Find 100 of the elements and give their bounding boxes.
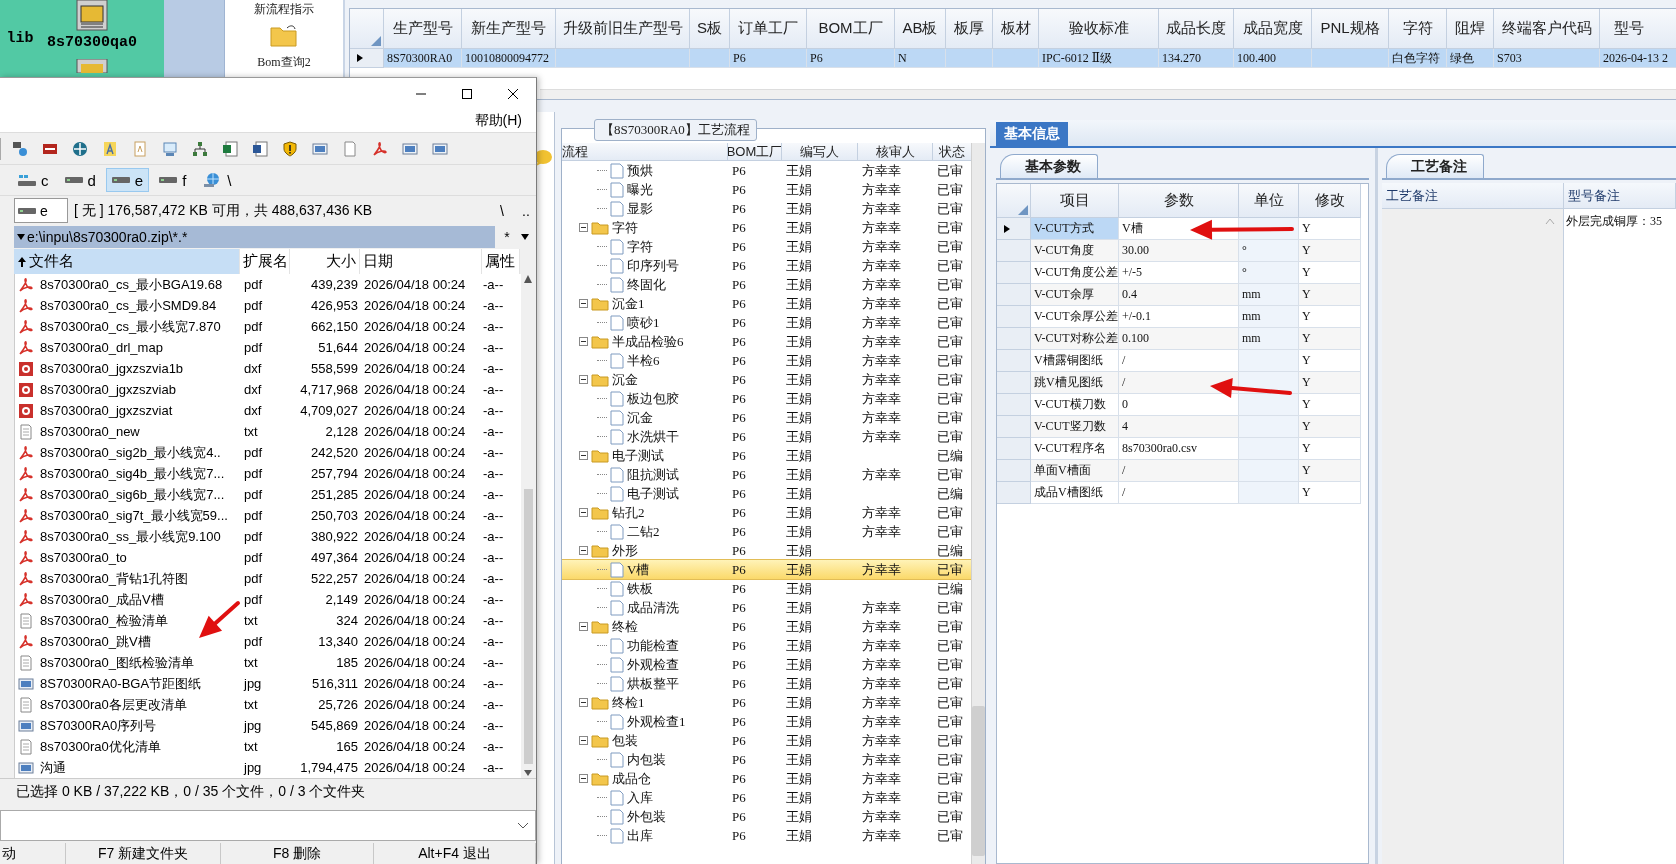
- column-header[interactable]: 验收标准: [1039, 9, 1159, 49]
- column-header[interactable]: 核审人: [858, 143, 933, 161]
- drive-button[interactable]: \: [196, 168, 238, 192]
- tree-row[interactable]: 出库 P6 王娟 方幸幸 已审: [562, 826, 971, 845]
- column-header[interactable]: 参数: [1119, 184, 1239, 218]
- collapse-icon[interactable]: [579, 622, 588, 631]
- tree-row[interactable]: 半检6 P6 王娟 方幸幸 已审: [562, 351, 971, 370]
- document-icon[interactable]: [132, 140, 148, 157]
- scroll-up-icon[interactable]: [1545, 217, 1555, 225]
- collapse-icon[interactable]: [579, 337, 588, 346]
- tree-row[interactable]: 成品清洗 P6 王娟 方幸幸 已审: [562, 598, 971, 617]
- nav-item-label[interactable]: Bom查询2: [257, 54, 311, 71]
- column-header[interactable]: 编写人: [782, 143, 858, 161]
- function-key-button[interactable]: 动: [0, 843, 66, 864]
- shield-icon[interactable]: [282, 140, 298, 157]
- column-header[interactable]: 文件名: [14, 249, 240, 274]
- tree-row[interactable]: 钻孔2 P6 王娟 方幸幸 已审: [562, 503, 971, 522]
- tree-row[interactable]: 入库 P6 王娟 方幸幸 已审: [562, 788, 971, 807]
- font-icon[interactable]: [102, 140, 118, 157]
- scrollbar[interactable]: [540, 89, 1676, 99]
- collapse-icon[interactable]: [579, 698, 588, 707]
- tree-row[interactable]: 电子测试 P6 王娟 已编: [562, 446, 971, 465]
- file-name[interactable]: 8s70300ra0_to: [37, 550, 130, 565]
- tree-row[interactable]: 字符 P6 王娟 方幸幸 已审: [562, 237, 971, 256]
- column-header[interactable]: 修改: [1299, 184, 1361, 218]
- acrobat-icon[interactable]: [372, 140, 388, 157]
- file-name[interactable]: 8s70300ra0_jgxzszvia1b: [37, 361, 187, 376]
- file-name[interactable]: 8s70300ra0_jgxzszviat: [37, 403, 176, 418]
- drive-button[interactable]: c: [12, 168, 55, 192]
- file-name[interactable]: 8s70300ra0_cs_最小SMD9.84: [37, 296, 220, 315]
- tree-row[interactable]: 电子测试 P6 王娟 已编: [562, 484, 971, 503]
- tree-row[interactable]: 水洗烘干 P6 王娟 方幸幸 已审: [562, 427, 971, 446]
- collapse-icon[interactable]: [579, 375, 588, 384]
- file-name[interactable]: 8s70300ra0_跳V槽: [37, 632, 154, 651]
- desktop-icon-label[interactable]: 8s70300qa0: [47, 34, 137, 51]
- column-header[interactable]: 订单工厂: [730, 9, 807, 49]
- file-name[interactable]: 8s70300ra0_sig6b_最小线宽7...: [37, 485, 228, 504]
- column-header[interactable]: 新生产型号: [462, 9, 556, 49]
- tree-row[interactable]: 印序列号 P6 王娟 方幸幸 已审: [562, 256, 971, 275]
- file-name[interactable]: 8s70300ra0_ss_最小线宽9.100: [37, 527, 224, 546]
- column-header[interactable]: 项目: [1031, 184, 1119, 218]
- collapse-icon[interactable]: [579, 451, 588, 460]
- book-stack-icon[interactable]: [75, 0, 109, 32]
- drive-button[interactable]: e: [105, 168, 150, 192]
- file-name[interactable]: 8s70300ra0优化清单: [37, 737, 164, 756]
- column-header[interactable]: 板材: [993, 9, 1039, 49]
- file-name[interactable]: 沟通: [37, 758, 69, 777]
- image-icon[interactable]: [432, 140, 448, 157]
- filter-button[interactable]: *: [499, 229, 515, 245]
- collapse-icon[interactable]: [579, 299, 588, 308]
- column-header[interactable]: 属性: [482, 249, 520, 274]
- column-header[interactable]: 工艺备注: [1382, 183, 1564, 208]
- column-header[interactable]: 单位: [1239, 184, 1299, 218]
- drive-button[interactable]: d: [58, 168, 102, 192]
- function-key-button[interactable]: F8 删除: [221, 843, 374, 864]
- tree-row[interactable]: 铁板 P6 王娟 已编: [562, 579, 971, 598]
- tree-row[interactable]: 功能检查 P6 王娟 方幸幸 已审: [562, 636, 971, 655]
- command-field[interactable]: [0, 810, 536, 841]
- tree-row[interactable]: V槽 P6 王娟 方幸幸 已审: [562, 560, 971, 579]
- column-header[interactable]: 成品宽度: [1234, 9, 1312, 49]
- function-key-button[interactable]: F7 新建文件夹: [66, 843, 221, 864]
- tree-row[interactable]: 外观检查 P6 王娟 方幸幸 已审: [562, 655, 971, 674]
- collapse-icon[interactable]: [579, 774, 588, 783]
- word-document-icon[interactable]: [252, 140, 268, 157]
- tree-row[interactable]: 成品仓 P6 王娟 方幸幸 已审: [562, 769, 971, 788]
- file-name[interactable]: 8s70300ra0_jgxzszviab: [37, 382, 179, 397]
- tree-row[interactable]: 外观检查1 P6 王娟 方幸幸 已审: [562, 712, 971, 731]
- tree-row[interactable]: 沉金 P6 王娟 方幸幸 已审: [562, 370, 971, 389]
- file-name[interactable]: 8s70300ra0_成品V槽: [37, 590, 167, 609]
- file-name[interactable]: 8s70300ra0_检验清单: [37, 611, 171, 630]
- column-header[interactable]: 终端客户代码: [1494, 9, 1600, 49]
- tree-row[interactable]: 显影 P6 王娟 方幸幸 已审: [562, 199, 971, 218]
- column-header[interactable]: PNL规格: [1312, 9, 1389, 49]
- scrollbar[interactable]: [521, 274, 535, 778]
- nav-button[interactable]: ..: [518, 202, 534, 219]
- file-name[interactable]: 8s70300ra0_cs_最小线宽7.870: [37, 317, 224, 336]
- column-header[interactable]: S板: [690, 9, 730, 49]
- tree-row[interactable]: 预烘 P6 王娟 方幸幸 已审: [562, 161, 971, 180]
- collapse-icon[interactable]: [579, 508, 588, 517]
- folder-icon[interactable]: [270, 24, 298, 48]
- page-icon[interactable]: [342, 140, 358, 157]
- column-header[interactable]: 生产型号: [384, 9, 462, 49]
- tree-row[interactable]: 烘板整平 P6 王娟 方幸幸 已审: [562, 674, 971, 693]
- column-header[interactable]: 状态: [933, 143, 971, 161]
- tree-row[interactable]: 包装 P6 王娟 方幸幸 已审: [562, 731, 971, 750]
- file-name[interactable]: 8s70300ra0_drl_map: [37, 340, 166, 355]
- tree-row[interactable]: 沉金1 P6 王娟 方幸幸 已审: [562, 294, 971, 313]
- function-key-button[interactable]: Alt+F4 退出: [374, 843, 536, 864]
- image-icon[interactable]: [402, 140, 418, 157]
- column-header[interactable]: 流程: [562, 143, 728, 161]
- drive-button[interactable]: f: [153, 168, 193, 192]
- tree-row[interactable]: 阻抗测试 P6 王娟 方幸幸 已审: [562, 465, 971, 484]
- column-header[interactable]: 扩展名: [240, 249, 290, 274]
- tab[interactable]: 基本参数: [1000, 154, 1098, 178]
- file-name[interactable]: 8s70300ra0_cs_最小BGA19.68: [37, 275, 226, 294]
- drive-select[interactable]: e: [14, 198, 68, 223]
- nav-item-label[interactable]: 新流程指示: [254, 1, 314, 18]
- tree-row[interactable]: 终检1 P6 王娟 方幸幸 已审: [562, 693, 971, 712]
- file-name[interactable]: 8s70300ra0_new: [37, 424, 143, 439]
- tree-icon[interactable]: [192, 140, 208, 157]
